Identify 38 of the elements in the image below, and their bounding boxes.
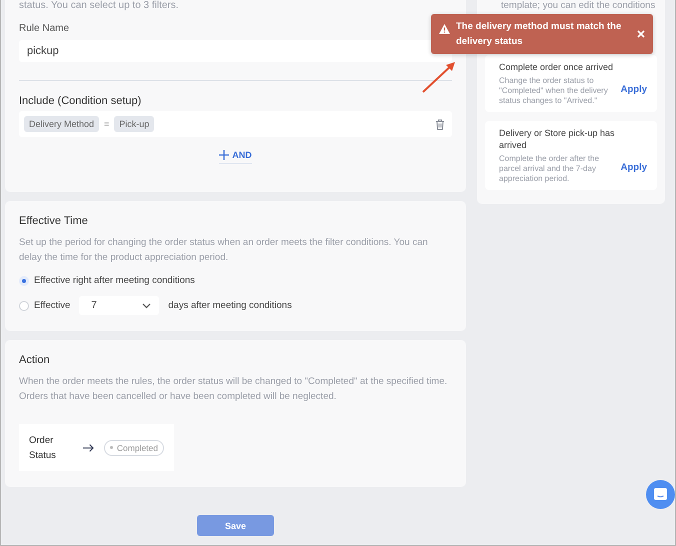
template-title: Delivery or Store pick-up has arrived (499, 127, 616, 151)
section-title: Effective Time (19, 215, 89, 227)
days-select[interactable]: 7 (79, 296, 160, 315)
chevron-down-icon (142, 302, 152, 308)
section-title: Include (Condition setup) (19, 95, 142, 107)
close-icon[interactable] (637, 30, 645, 38)
template-description: Change the order status to "Completed" when the delivery status changes to "Arrived." (499, 76, 609, 106)
condition-value[interactable]: Pick-up (114, 116, 154, 132)
field-label: Rule Name (19, 23, 70, 34)
rule-name-field[interactable]: pickup (19, 40, 452, 62)
apply-link[interactable]: Apply (620, 162, 647, 173)
radio-button[interactable] (19, 276, 29, 286)
condition-field[interactable]: Delivery Method (24, 116, 100, 132)
template-title: Complete order once arrived (499, 61, 614, 73)
annotation-arrow (421, 60, 457, 94)
intro-text: template; you can edit the conditions (500, 0, 656, 11)
arrow-icon (82, 442, 94, 452)
section-title: Action (19, 354, 51, 366)
intro-text: status. You can select up to 3 filters. (19, 0, 180, 11)
section-description: When the order meets the rules, the order status will be changed to "Completed" at the specified time. Orders that have been cancelled or have been completed will be neglected. (19, 375, 448, 404)
radio-button[interactable] (19, 300, 29, 310)
add-condition-button[interactable]: AND (219, 150, 252, 164)
section-description: Set up the period for changing the order status when an order meets the filter conditions. You can delay the time for the product appreciation period. (19, 236, 429, 265)
warning-icon (439, 24, 450, 34)
option-label: Effective (34, 300, 70, 311)
chat-icon (653, 487, 668, 502)
status-label: Order Status (29, 434, 57, 462)
status-pill: Completed (104, 440, 164, 456)
apply-link[interactable]: Apply (620, 84, 647, 95)
save-button[interactable]: Save (197, 515, 274, 536)
trash-icon[interactable] (435, 118, 445, 130)
option-label: days after meeting conditions (168, 300, 292, 311)
plus-icon (219, 150, 230, 160)
condition-operator: = (104, 119, 110, 129)
chat-button[interactable] (646, 480, 675, 509)
template-description: Complete the order after the parcel arrival and the 7-day appreciation period. (499, 154, 600, 184)
option-label: Effective right after meeting conditions (34, 275, 195, 286)
toast-message: The delivery method must match the delivery status (456, 20, 622, 49)
